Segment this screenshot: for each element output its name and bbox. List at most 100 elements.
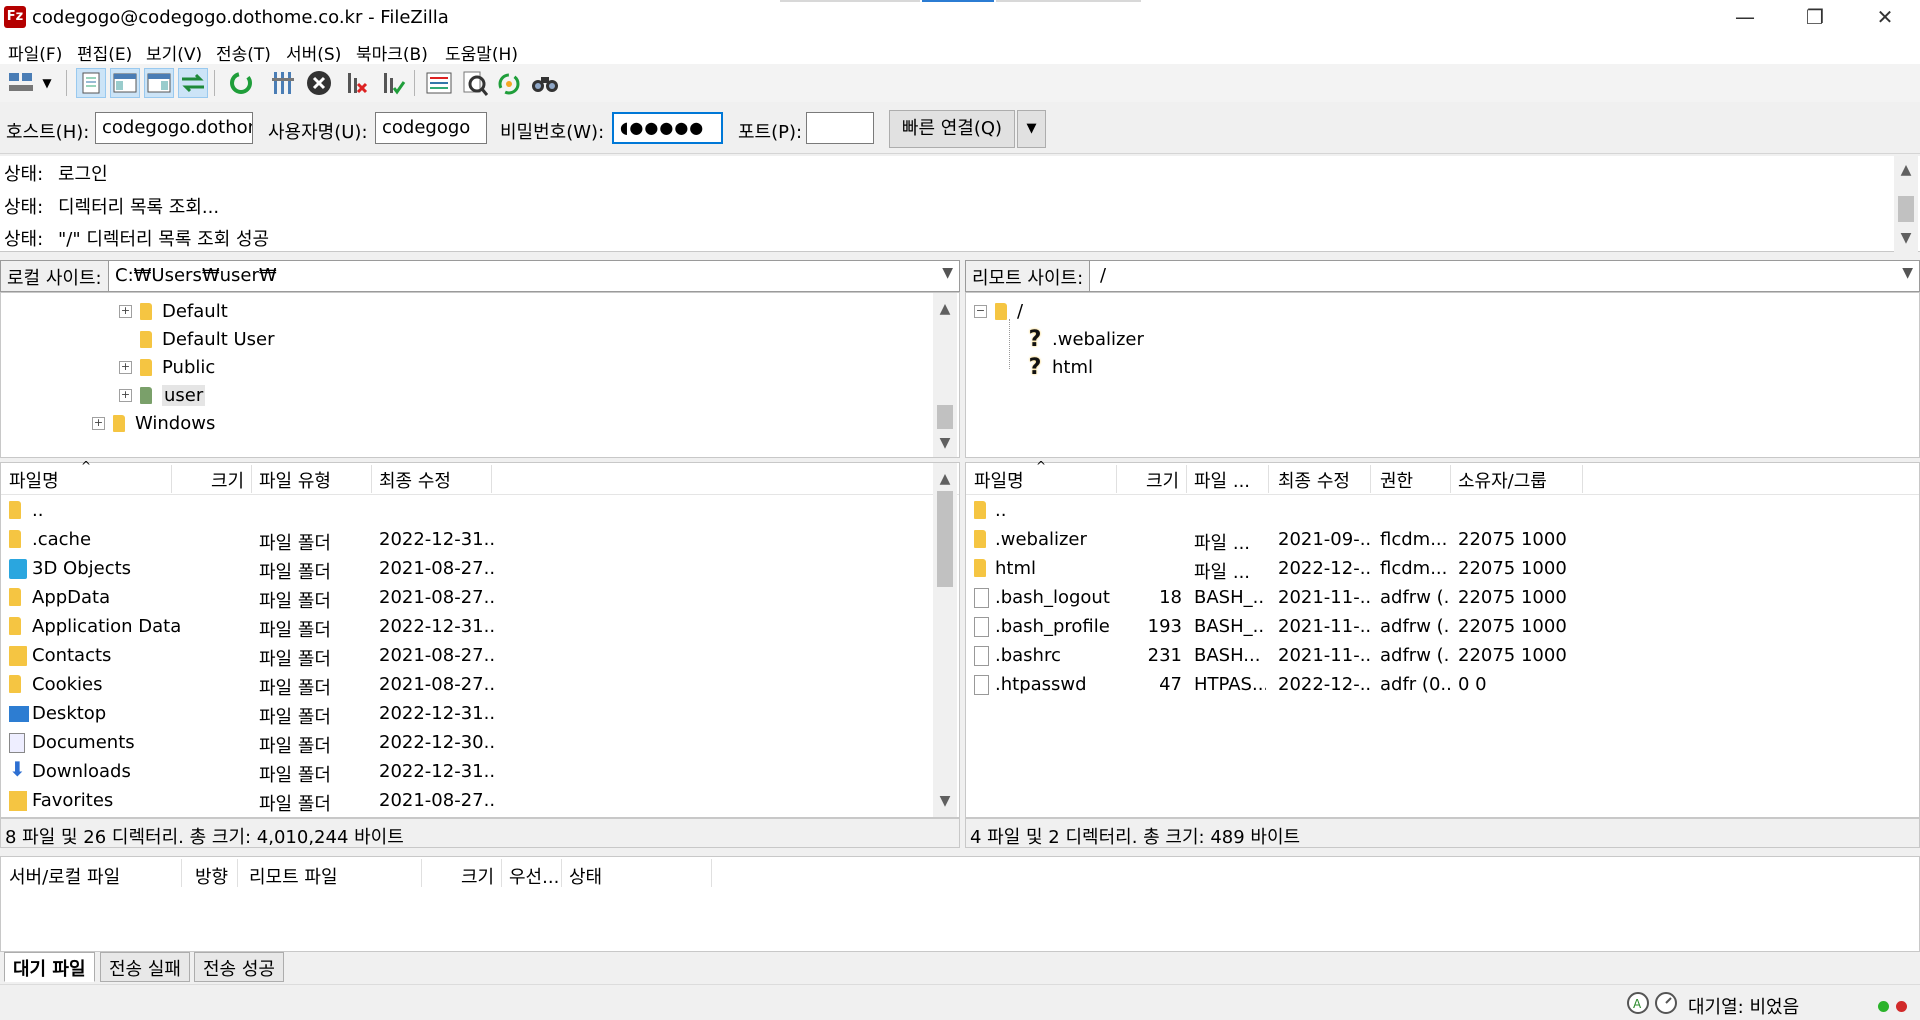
chevron-down-icon[interactable]: ▼ <box>942 265 953 281</box>
menu-help[interactable]: 도움말(H) <box>445 40 518 65</box>
table-row[interactable]: 3D Objects 파일 폴더 2021-08-27... <box>1 555 959 584</box>
local-path-input[interactable]: C:₩Users₩user₩ <box>115 265 277 286</box>
log-scrollbar[interactable]: ▲ ▼ <box>1894 156 1918 252</box>
menu-edit[interactable]: 편집(E) <box>77 40 132 65</box>
queue-column-size[interactable]: 크기 <box>461 863 494 889</box>
table-row[interactable]: .webalizer 파일 ... 2021-09-... flcdm... 22075… <box>966 526 1919 555</box>
tree-item[interactable]: + Windows <box>92 409 215 437</box>
close-button[interactable]: ✕ <box>1850 0 1920 36</box>
scroll-up-icon[interactable]: ▲ <box>933 467 957 491</box>
tree-item[interactable]: + Public <box>119 353 215 381</box>
sync-browse-icon[interactable] <box>494 68 524 98</box>
table-row[interactable]: .htpasswd 47 HTPAS... 2022-12-... adfr (0...… <box>966 671 1919 700</box>
toggle-log-icon[interactable] <box>76 68 106 98</box>
toggle-queue-icon[interactable] <box>178 68 208 98</box>
expand-icon[interactable]: + <box>119 360 132 374</box>
documents-icon <box>9 733 25 753</box>
disconnect-icon[interactable] <box>342 68 372 98</box>
collapse-icon[interactable]: − <box>974 304 987 318</box>
quickconnect-button[interactable]: 빠른 연결(Q) <box>889 110 1015 148</box>
table-row[interactable]: Documents 파일 폴더 2022-12-30... <box>1 729 959 758</box>
queue-column-status[interactable]: 상태 <box>569 863 602 889</box>
table-row[interactable]: .bash_profile 193 BASH_... 2021-11-... adfrw… <box>966 613 1919 642</box>
column-size[interactable]: 크기 <box>1146 467 1179 493</box>
column-type[interactable]: 파일 ... <box>1194 467 1250 493</box>
column-type[interactable]: 파일 유형 <box>259 467 331 493</box>
minimize-button[interactable]: — <box>1710 0 1780 36</box>
toggle-remote-tree-icon[interactable] <box>144 68 174 98</box>
scroll-down-icon[interactable]: ▼ <box>933 431 957 455</box>
scroll-up-icon[interactable]: ▲ <box>933 297 957 321</box>
site-manager-icon[interactable] <box>6 68 36 98</box>
table-row[interactable]: AppData 파일 폴더 2021-08-27... <box>1 584 959 613</box>
queue-column-server-local[interactable]: 서버/로컬 파일 <box>9 863 120 889</box>
speed-limit-icon[interactable] <box>1654 991 1678 1015</box>
process-queue-icon[interactable] <box>268 68 298 98</box>
column-owner-group[interactable]: 소유자/그룹 <box>1458 467 1547 493</box>
table-row[interactable]: Contacts 파일 폴더 2021-08-27... <box>1 642 959 671</box>
expand-icon[interactable]: + <box>92 416 105 430</box>
queue-column-direction[interactable]: 방향 <box>195 863 228 889</box>
cancel-icon[interactable] <box>304 68 334 98</box>
password-input[interactable]: ◖●●●●● <box>612 112 723 144</box>
username-input[interactable]: codegogo <box>375 112 487 144</box>
toggle-local-tree-icon[interactable] <box>110 68 140 98</box>
table-row[interactable]: .bash_logout 18 BASH_... 2021-11-... adfrw (… <box>966 584 1919 613</box>
table-row[interactable]: ⬇ Downloads 파일 폴더 2022-12-31... <box>1 758 959 787</box>
expand-icon[interactable]: + <box>119 304 132 318</box>
autotype-icon[interactable]: A <box>1626 991 1650 1015</box>
tree-item[interactable]: ? html <box>1026 353 1093 381</box>
menu-view[interactable]: 보기(V) <box>146 40 202 65</box>
dropdown-icon[interactable]: ▼ <box>38 68 56 98</box>
tab-failed-transfers[interactable]: 전송 실패 <box>100 952 190 982</box>
menu-file[interactable]: 파일(F) <box>8 40 62 65</box>
restore-button[interactable]: ❐ <box>1780 0 1850 36</box>
queue-column-priority[interactable]: 우선... <box>509 863 559 889</box>
directory-compare-icon[interactable] <box>424 68 454 98</box>
table-row[interactable]: Desktop 파일 폴더 2022-12-31... <box>1 700 959 729</box>
table-row[interactable]: .cache 파일 폴더 2022-12-31... <box>1 526 959 555</box>
tree-item[interactable]: Default User <box>140 325 275 353</box>
local-tree-scrollbar[interactable]: ▲ ▼ <box>933 293 957 457</box>
table-row[interactable]: .. <box>966 497 1919 526</box>
local-file-scrollbar[interactable]: ▲ ▼ <box>933 463 957 817</box>
column-filename[interactable]: 파일명 <box>974 467 1024 493</box>
chevron-down-icon[interactable]: ▼ <box>1902 265 1913 281</box>
tree-item[interactable]: − / <box>974 297 1023 325</box>
tree-item[interactable]: ? .webalizer <box>1026 325 1144 353</box>
column-filename[interactable]: 파일명 <box>9 467 59 493</box>
table-row[interactable]: .. <box>1 497 959 526</box>
reconnect-icon[interactable] <box>378 68 408 98</box>
table-row[interactable]: Favorites 파일 폴더 2021-08-27... <box>1 787 959 816</box>
host-input[interactable]: codegogo.dothon <box>95 112 253 144</box>
search-icon[interactable] <box>530 68 560 98</box>
table-row[interactable]: html 파일 ... 2022-12-... flcdm... 22075 1000 <box>966 555 1919 584</box>
menu-server[interactable]: 서버(S) <box>286 40 341 65</box>
filter-icon[interactable] <box>460 68 490 98</box>
scroll-down-icon[interactable]: ▼ <box>933 789 957 813</box>
scroll-thumb[interactable] <box>1898 196 1914 222</box>
table-row[interactable]: Cookies 파일 폴더 2021-08-27... <box>1 671 959 700</box>
menu-transfer[interactable]: 전송(T) <box>216 40 271 65</box>
quickconnect-dropdown-button[interactable]: ▼ <box>1017 110 1046 148</box>
tab-queued-files[interactable]: 대기 파일 <box>4 952 95 982</box>
scroll-thumb[interactable] <box>937 491 953 587</box>
tree-item[interactable]: + user <box>119 381 206 409</box>
expand-icon[interactable]: + <box>119 388 132 402</box>
menu-bookmarks[interactable]: 북마크(B) <box>356 40 428 65</box>
port-input[interactable] <box>806 112 874 144</box>
column-modified[interactable]: 최종 수정 <box>1278 467 1350 493</box>
tab-successful-transfers[interactable]: 전송 성공 <box>194 952 284 982</box>
tree-item[interactable]: + Default <box>119 297 228 325</box>
column-permissions[interactable]: 권한 <box>1380 467 1413 493</box>
scroll-thumb[interactable] <box>937 405 953 429</box>
scroll-up-icon[interactable]: ▲ <box>1894 158 1918 182</box>
remote-path-input[interactable]: / <box>1100 265 1106 286</box>
scroll-down-icon[interactable]: ▼ <box>1894 226 1918 250</box>
column-size[interactable]: 크기 <box>211 467 244 493</box>
column-modified[interactable]: 최종 수정 <box>379 467 451 493</box>
table-row[interactable]: .bashrc231BASH...2021-11-...adfrw (...22… <box>966 642 1919 671</box>
table-row[interactable]: Application Data 파일 폴더 2022-12-31... <box>1 613 959 642</box>
queue-column-remote-file[interactable]: 리모트 파일 <box>249 863 338 889</box>
refresh-icon[interactable] <box>226 68 256 98</box>
